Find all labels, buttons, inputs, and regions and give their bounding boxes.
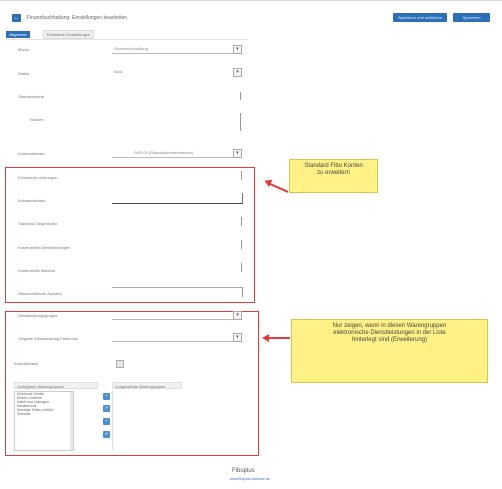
section1-field2-input[interactable] — [112, 193, 243, 204]
section1-field5-label: Kostenstelle Material — [18, 268, 56, 273]
save-and-close-button[interactable]: Speichern und schließen — [393, 13, 447, 22]
section1-field6-label: Steuerschlüssel Ausland — [18, 291, 62, 296]
annotation-note-fibu-accounts: Standard Fibu Konten zu erweitern — [289, 159, 378, 193]
section1-field3-input[interactable] — [241, 217, 242, 226]
defaults-label: Standardwerte — [18, 94, 45, 99]
arrow-left-icon[interactable]: ‹ — [103, 418, 110, 425]
chevron-down-icon: ▾ — [233, 333, 242, 342]
module-value: Finanzbuchhaltung — [114, 46, 148, 51]
annotation-arrowhead-1 — [262, 176, 273, 188]
chevron-down-icon: ▾ — [233, 68, 242, 77]
tab-general[interactable]: Allgemein — [6, 31, 30, 38]
annotation-arrowhead-2 — [262, 334, 269, 342]
status-value: Aktiv — [114, 69, 123, 74]
arrow-right-icon[interactable]: › — [103, 393, 110, 400]
chart-of-accounts-label: Kontenrahmen — [18, 151, 45, 156]
annotation-arrow-1 — [267, 182, 289, 193]
tab-underline — [6, 39, 248, 40]
annotation-box-fibu-accounts — [5, 167, 255, 303]
page-title: Finanzbuchhaltung: Einstellungen bearbei… — [27, 15, 128, 21]
section2-row1-label: Dienstleistungsgruppe — [18, 313, 58, 318]
annotation-note-goods-groups: Nur zeigen, wenn in diesen Warengruppen … — [291, 319, 488, 383]
chevron-down-icon: ▾ — [233, 311, 242, 320]
restrict-checkbox[interactable] — [116, 360, 124, 368]
default-service-select[interactable]: ▾ — [112, 333, 242, 342]
status-select[interactable]: Aktiv ▾ — [112, 68, 242, 77]
section1-field3-label: Standard-Gegenkonto — [18, 221, 58, 226]
section1-field1-label: Erlöskonto Leistungen — [18, 175, 58, 180]
footer-link[interactable]: www.fibuplus-software.de — [230, 477, 270, 481]
section1-field4-label: Kostenstelle Dienstleistungen — [18, 245, 71, 250]
defaults-field[interactable] — [240, 92, 241, 100]
chart-of-accounts-value: SKR 03 (Standardkontenrahmen) — [134, 150, 194, 155]
list-item[interactable]: Software — [15, 412, 73, 416]
arrow-left-icon[interactable]: « — [103, 431, 110, 438]
chevron-down-icon: ▾ — [233, 149, 242, 158]
section1-field5-input[interactable] — [241, 263, 242, 272]
chevron-down-icon: ▾ — [233, 45, 242, 54]
list-scrollbar[interactable] — [70, 392, 73, 450]
module-select[interactable]: Finanzbuchhaltung ▾ — [112, 45, 242, 54]
section1-field1-input[interactable] — [241, 171, 242, 180]
annotation-arrow-2 — [268, 337, 290, 339]
selected-list-header: Ausgewählte Warengruppen — [112, 382, 182, 389]
module-label: Modul — [18, 47, 29, 52]
section1-field2-label: Aufwandskonto — [18, 198, 46, 203]
available-groups-list[interactable]: Elektronik Geräte Elektro-Zubehör Kabel … — [14, 391, 74, 451]
tab-advanced-settings[interactable]: Erweiterte Einstellungen — [43, 30, 95, 39]
notes-textarea[interactable] — [240, 113, 241, 131]
save-button[interactable]: Speichern — [453, 13, 490, 22]
notes-label: Notizen — [30, 117, 44, 122]
status-label: Status — [18, 71, 30, 76]
section2-row2-label: Vorgabe Dienstleistung Elektronik — [18, 336, 78, 341]
chart-of-accounts-select[interactable]: SKR 03 (Standardkontenrahmen) ▾ — [112, 149, 242, 158]
section1-field4-input[interactable] — [241, 240, 242, 249]
top-divider — [0, 0, 502, 1]
footer-logo: Fibuplus — [232, 468, 255, 474]
section1-field6-input[interactable] — [112, 287, 243, 297]
arrow-right-icon[interactable]: » — [103, 405, 110, 412]
section2-row3-label: Einschränken — [14, 361, 39, 366]
selected-groups-list[interactable] — [112, 390, 113, 450]
back-button[interactable]: ← — [12, 14, 21, 22]
available-list-header: Verfügbare Warengruppen — [14, 382, 98, 389]
service-group-select[interactable]: ▾ — [112, 311, 242, 320]
